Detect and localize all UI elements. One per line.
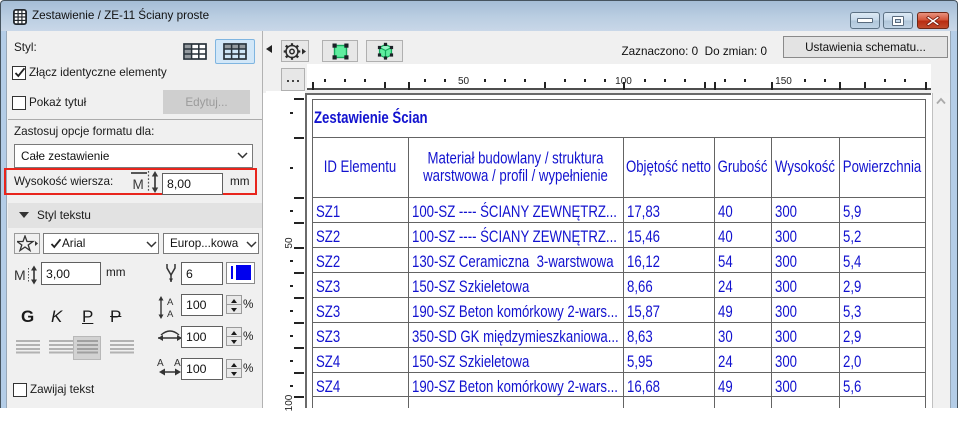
svg-text:A: A [167,297,174,308]
svg-text:A: A [167,309,174,320]
svg-text:M: M [133,177,144,192]
svg-text:A: A [157,358,164,369]
svg-text:A: A [174,358,181,369]
svg-text:M: M [14,267,26,283]
